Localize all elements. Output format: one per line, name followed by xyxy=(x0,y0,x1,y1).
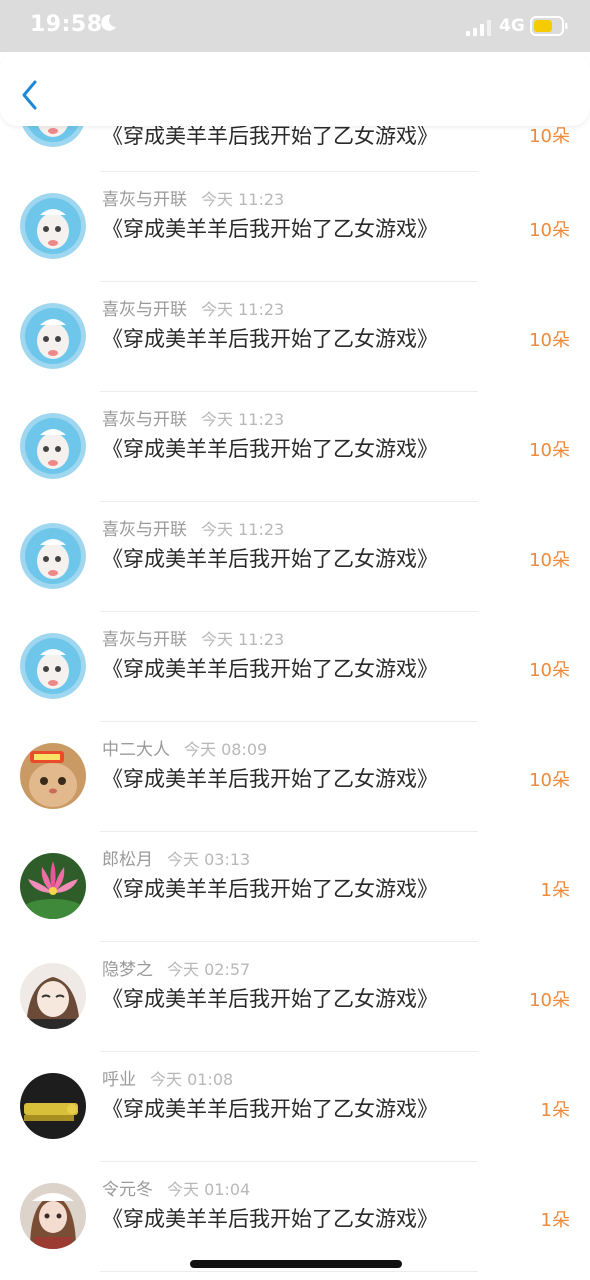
user-name: 令元冬 今天 01:04 xyxy=(102,1175,250,1200)
user-name: 喜灰与开联 今天 11:23 xyxy=(102,185,284,210)
chevron-left-icon[interactable] xyxy=(20,79,40,111)
flower-count: 10朵 xyxy=(529,220,570,241)
item-title: 《穿成美羊羊后我开始了乙女游戏》 xyxy=(102,547,438,571)
item-title: 《穿成美羊羊后我开始了乙女游戏》 xyxy=(102,767,438,791)
home-indicator[interactable] xyxy=(190,1260,402,1268)
user-name: 喜灰与开联 今天 11:23 xyxy=(102,295,284,320)
moon-icon xyxy=(101,14,116,31)
user-name-text: 郎松月 xyxy=(102,850,153,870)
user-name-text: 喜灰与开联 xyxy=(102,300,187,320)
list-item[interactable]: 呼业 今天 01:08 《穿成美羊羊后我开始了乙女游戏》 1朵 xyxy=(0,1052,590,1162)
flower-count: 10朵 xyxy=(529,440,570,461)
user-name-text: 令元冬 xyxy=(102,1180,153,1200)
avatar[interactable] xyxy=(20,743,86,809)
item-title: 《穿成美羊羊后我开始了乙女游戏》 xyxy=(102,877,438,901)
user-name: 中二大人 今天 08:09 xyxy=(102,735,267,760)
avatar[interactable] xyxy=(20,963,86,1029)
avatar[interactable] xyxy=(20,523,86,589)
status-time: 19:58 xyxy=(30,12,103,37)
user-name: 呼业 今天 01:08 xyxy=(102,1065,233,1090)
item-time: 今天 11:23 xyxy=(201,300,285,319)
battery-icon xyxy=(530,16,568,36)
item-time: 今天 11:23 xyxy=(201,190,285,209)
list-item[interactable]: 隐梦之 今天 02:57 《穿成美羊羊后我开始了乙女游戏》 10朵 xyxy=(0,942,590,1052)
item-title: 《穿成美羊羊后我开始了乙女游戏》 xyxy=(102,217,438,241)
item-time: 今天 11:23 xyxy=(201,630,285,649)
user-name-text: 喜灰与开联 xyxy=(102,410,187,430)
gift-list: 《穿成美羊羊后我开始了乙女游戏》 10朵 喜灰与开联 今天 11:23 《穿成美羊… xyxy=(0,60,590,1272)
list-item[interactable]: 喜灰与开联 今天 11:23 《穿成美羊羊后我开始了乙女游戏》 10朵 xyxy=(0,612,590,722)
item-title: 《穿成美羊羊后我开始了乙女游戏》 xyxy=(102,437,438,461)
flower-count: 10朵 xyxy=(529,770,570,791)
user-name-text: 隐梦之 xyxy=(102,960,153,980)
avatar[interactable] xyxy=(20,413,86,479)
item-title: 《穿成美羊羊后我开始了乙女游戏》 xyxy=(102,327,438,351)
item-time: 今天 11:23 xyxy=(201,520,285,539)
list-item[interactable]: 喜灰与开联 今天 11:23 《穿成美羊羊后我开始了乙女游戏》 10朵 xyxy=(0,392,590,502)
network-label: 4G xyxy=(499,16,525,36)
user-name-text: 喜灰与开联 xyxy=(102,190,187,210)
list-item[interactable]: 喜灰与开联 今天 11:23 《穿成美羊羊后我开始了乙女游戏》 10朵 xyxy=(0,502,590,612)
list-item[interactable]: 喜灰与开联 今天 11:23 《穿成美羊羊后我开始了乙女游戏》 10朵 xyxy=(0,282,590,392)
flower-count: 10朵 xyxy=(529,330,570,351)
user-name: 喜灰与开联 今天 11:23 xyxy=(102,405,284,430)
item-time: 今天 02:57 xyxy=(167,960,251,979)
flower-count: 1朵 xyxy=(540,1100,570,1121)
user-name-text: 呼业 xyxy=(102,1070,136,1090)
user-name: 喜灰与开联 今天 11:23 xyxy=(102,515,284,540)
item-title: 《穿成美羊羊后我开始了乙女游戏》 xyxy=(102,1097,438,1121)
item-title: 《穿成美羊羊后我开始了乙女游戏》 xyxy=(102,1207,438,1231)
item-title: 《穿成美羊羊后我开始了乙女游戏》 xyxy=(102,657,438,681)
flower-count: 1朵 xyxy=(540,1210,570,1231)
flower-count: 10朵 xyxy=(529,550,570,571)
signal-icon xyxy=(466,20,491,36)
item-time: 今天 03:13 xyxy=(167,850,251,869)
avatar[interactable] xyxy=(20,1183,86,1249)
list-item[interactable]: 中二大人 今天 08:09 《穿成美羊羊后我开始了乙女游戏》 10朵 xyxy=(0,722,590,832)
status-bar: 19:58 4G xyxy=(0,0,590,52)
nav-bar xyxy=(0,52,590,126)
avatar[interactable] xyxy=(20,853,86,919)
item-title: 《穿成美羊羊后我开始了乙女游戏》 xyxy=(102,987,438,1011)
user-name: 隐梦之 今天 02:57 xyxy=(102,955,250,980)
flower-count: 10朵 xyxy=(529,990,570,1011)
flower-count: 1朵 xyxy=(540,880,570,901)
list-item[interactable]: 喜灰与开联 今天 11:23 《穿成美羊羊后我开始了乙女游戏》 10朵 xyxy=(0,172,590,282)
avatar[interactable] xyxy=(20,633,86,699)
user-name-text: 中二大人 xyxy=(102,740,170,760)
item-time: 今天 08:09 xyxy=(184,740,268,759)
user-name: 郎松月 今天 03:13 xyxy=(102,845,250,870)
user-name-text: 喜灰与开联 xyxy=(102,520,187,540)
item-time: 今天 01:04 xyxy=(167,1180,251,1199)
list-item[interactable]: 郎松月 今天 03:13 《穿成美羊羊后我开始了乙女游戏》 1朵 xyxy=(0,832,590,942)
item-time: 今天 01:08 xyxy=(150,1070,234,1089)
user-name-text: 喜灰与开联 xyxy=(102,630,187,650)
flower-count: 10朵 xyxy=(529,660,570,681)
item-time: 今天 11:23 xyxy=(201,410,285,429)
avatar[interactable] xyxy=(20,193,86,259)
avatar[interactable] xyxy=(20,303,86,369)
user-name: 喜灰与开联 今天 11:23 xyxy=(102,625,284,650)
avatar[interactable] xyxy=(20,1073,86,1139)
list-item[interactable]: 令元冬 今天 01:04 《穿成美羊羊后我开始了乙女游戏》 1朵 xyxy=(0,1162,590,1272)
